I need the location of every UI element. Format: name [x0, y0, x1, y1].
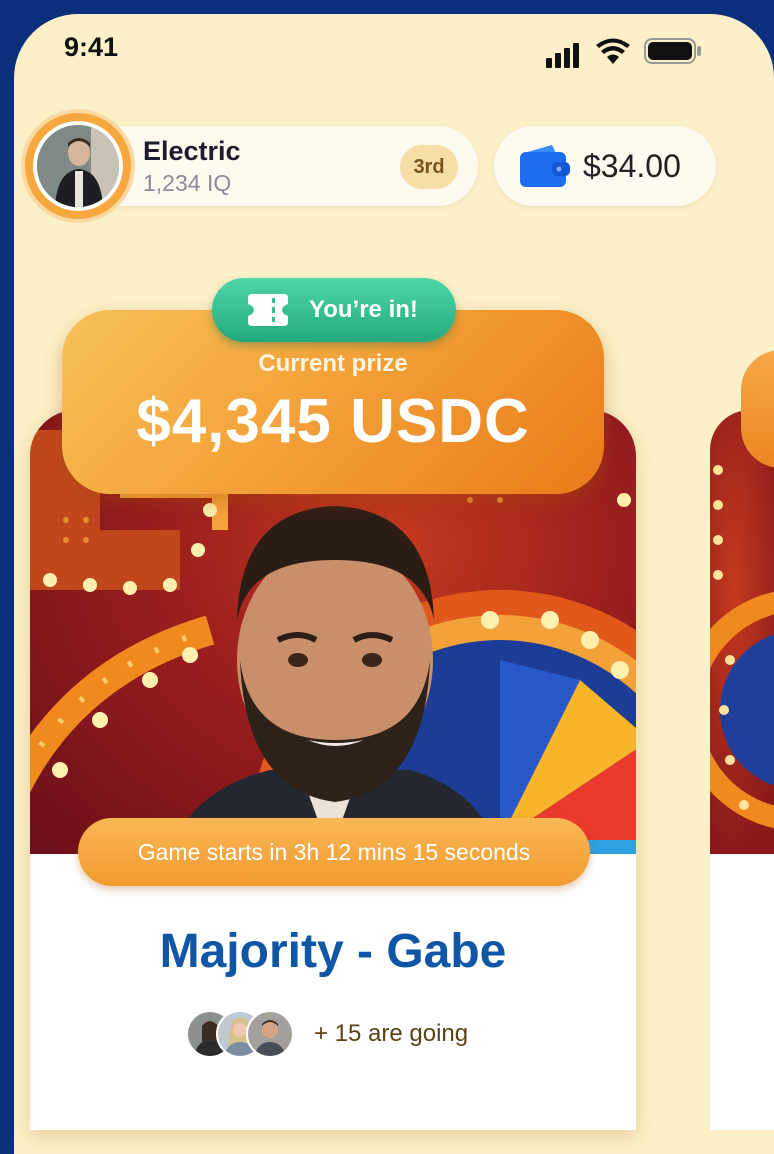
countdown-banner: Game starts in 3h 12 mins 15 seconds — [78, 818, 590, 886]
avatar — [246, 1010, 294, 1058]
attendee-avatars[interactable] — [186, 1010, 306, 1058]
joined-badge-label: You’re in! — [309, 296, 418, 323]
ticket-icon — [248, 294, 288, 326]
status-time: 9:41 — [64, 32, 119, 62]
next-game-card[interactable] — [710, 410, 774, 1130]
status-icons — [546, 38, 706, 68]
wifi-icon — [596, 38, 630, 64]
prize-amount: $4,345 USDC — [136, 387, 530, 456]
avatar[interactable] — [25, 113, 131, 219]
attendees-count: + 15 are going — [314, 1020, 469, 1047]
wallet-balance: $34.00 — [583, 148, 681, 184]
prize-label: Current prize — [258, 350, 408, 377]
battery-icon — [644, 38, 701, 64]
game-title: Majority - Gabe — [159, 925, 507, 978]
wallet-icon — [520, 145, 570, 187]
profile-iq: 1,234 IQ — [143, 170, 232, 196]
profile-name: Electric — [143, 136, 241, 166]
rank-badge: 3rd — [400, 145, 458, 189]
